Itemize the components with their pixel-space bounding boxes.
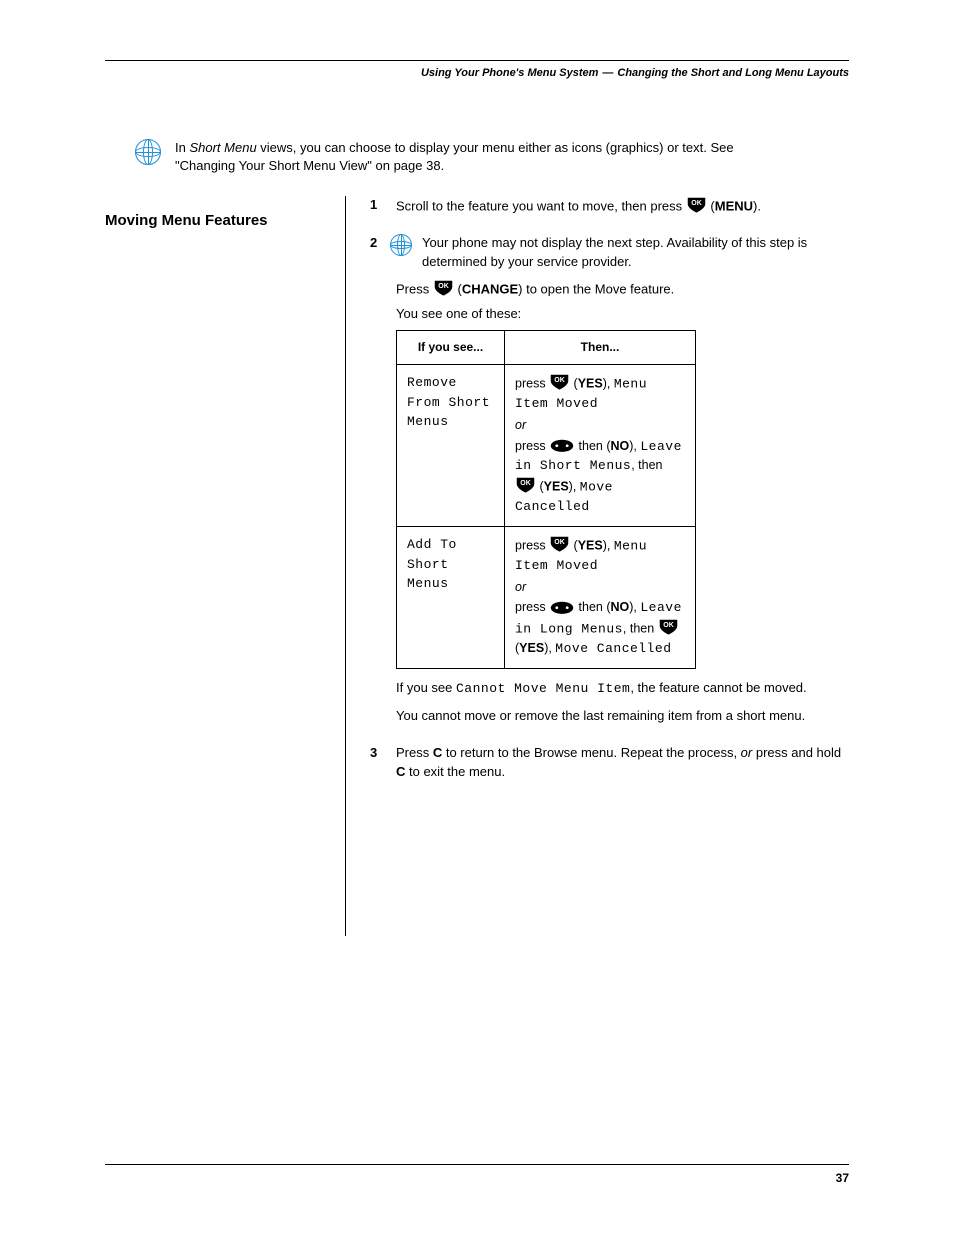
page-number: 37 bbox=[836, 1171, 849, 1185]
page-footer: 37 bbox=[105, 1164, 849, 1185]
row-remove: Remove From Short Menus press OK (YES), bbox=[397, 365, 696, 527]
last-item-note: You cannot move or remove the last remai… bbox=[396, 707, 849, 726]
svg-text:OK: OK bbox=[520, 479, 531, 486]
header-chapter: Using Your Phone's Menu System bbox=[421, 67, 598, 79]
step-1: Scroll to the feature you want to move, … bbox=[370, 196, 849, 216]
step-2-tip: Your phone may not display the next step… bbox=[390, 234, 849, 270]
ok-icon: OK bbox=[515, 476, 536, 494]
ok-icon: OK bbox=[658, 618, 679, 636]
globe-icon bbox=[390, 234, 412, 256]
row-add: Add To Short Menus press OK (YES), Menu bbox=[397, 527, 696, 669]
header-rule bbox=[105, 60, 849, 61]
header-sep: — bbox=[602, 67, 613, 79]
move-options-table: If you see... Then... Remove From Short … bbox=[396, 330, 696, 669]
ok-icon: OK bbox=[549, 535, 570, 553]
svg-text:OK: OK bbox=[554, 377, 565, 384]
ok-icon: OK bbox=[549, 373, 570, 391]
step-3: Press C to return to the Browse menu. Re… bbox=[370, 744, 849, 782]
intro-tip-text: In Short Menu views, you can choose to d… bbox=[175, 139, 735, 174]
page-header: Using Your Phone's Menu System — Changin… bbox=[105, 67, 849, 79]
svg-text:OK: OK bbox=[438, 283, 449, 290]
globe-icon bbox=[135, 139, 161, 165]
cannot-move-note: If you see Cannot Move Menu Item, the fe… bbox=[396, 679, 849, 699]
ok-icon: OK bbox=[433, 279, 454, 297]
moving-heading: Moving Menu Features bbox=[105, 212, 327, 229]
svg-text:OK: OK bbox=[691, 200, 702, 207]
nav-icon bbox=[549, 438, 575, 454]
intro-tip-row: In Short Menu views, you can choose to d… bbox=[135, 139, 849, 174]
ok-icon: OK bbox=[686, 196, 707, 214]
col-then: Then... bbox=[505, 331, 696, 365]
col-if: If you see... bbox=[397, 331, 505, 365]
svg-text:OK: OK bbox=[554, 539, 565, 546]
svg-text:OK: OK bbox=[663, 622, 674, 629]
step-2: Your phone may not display the next step… bbox=[370, 234, 849, 726]
header-section: Changing the Short and Long Menu Layouts bbox=[617, 67, 849, 79]
nav-icon bbox=[549, 600, 575, 616]
